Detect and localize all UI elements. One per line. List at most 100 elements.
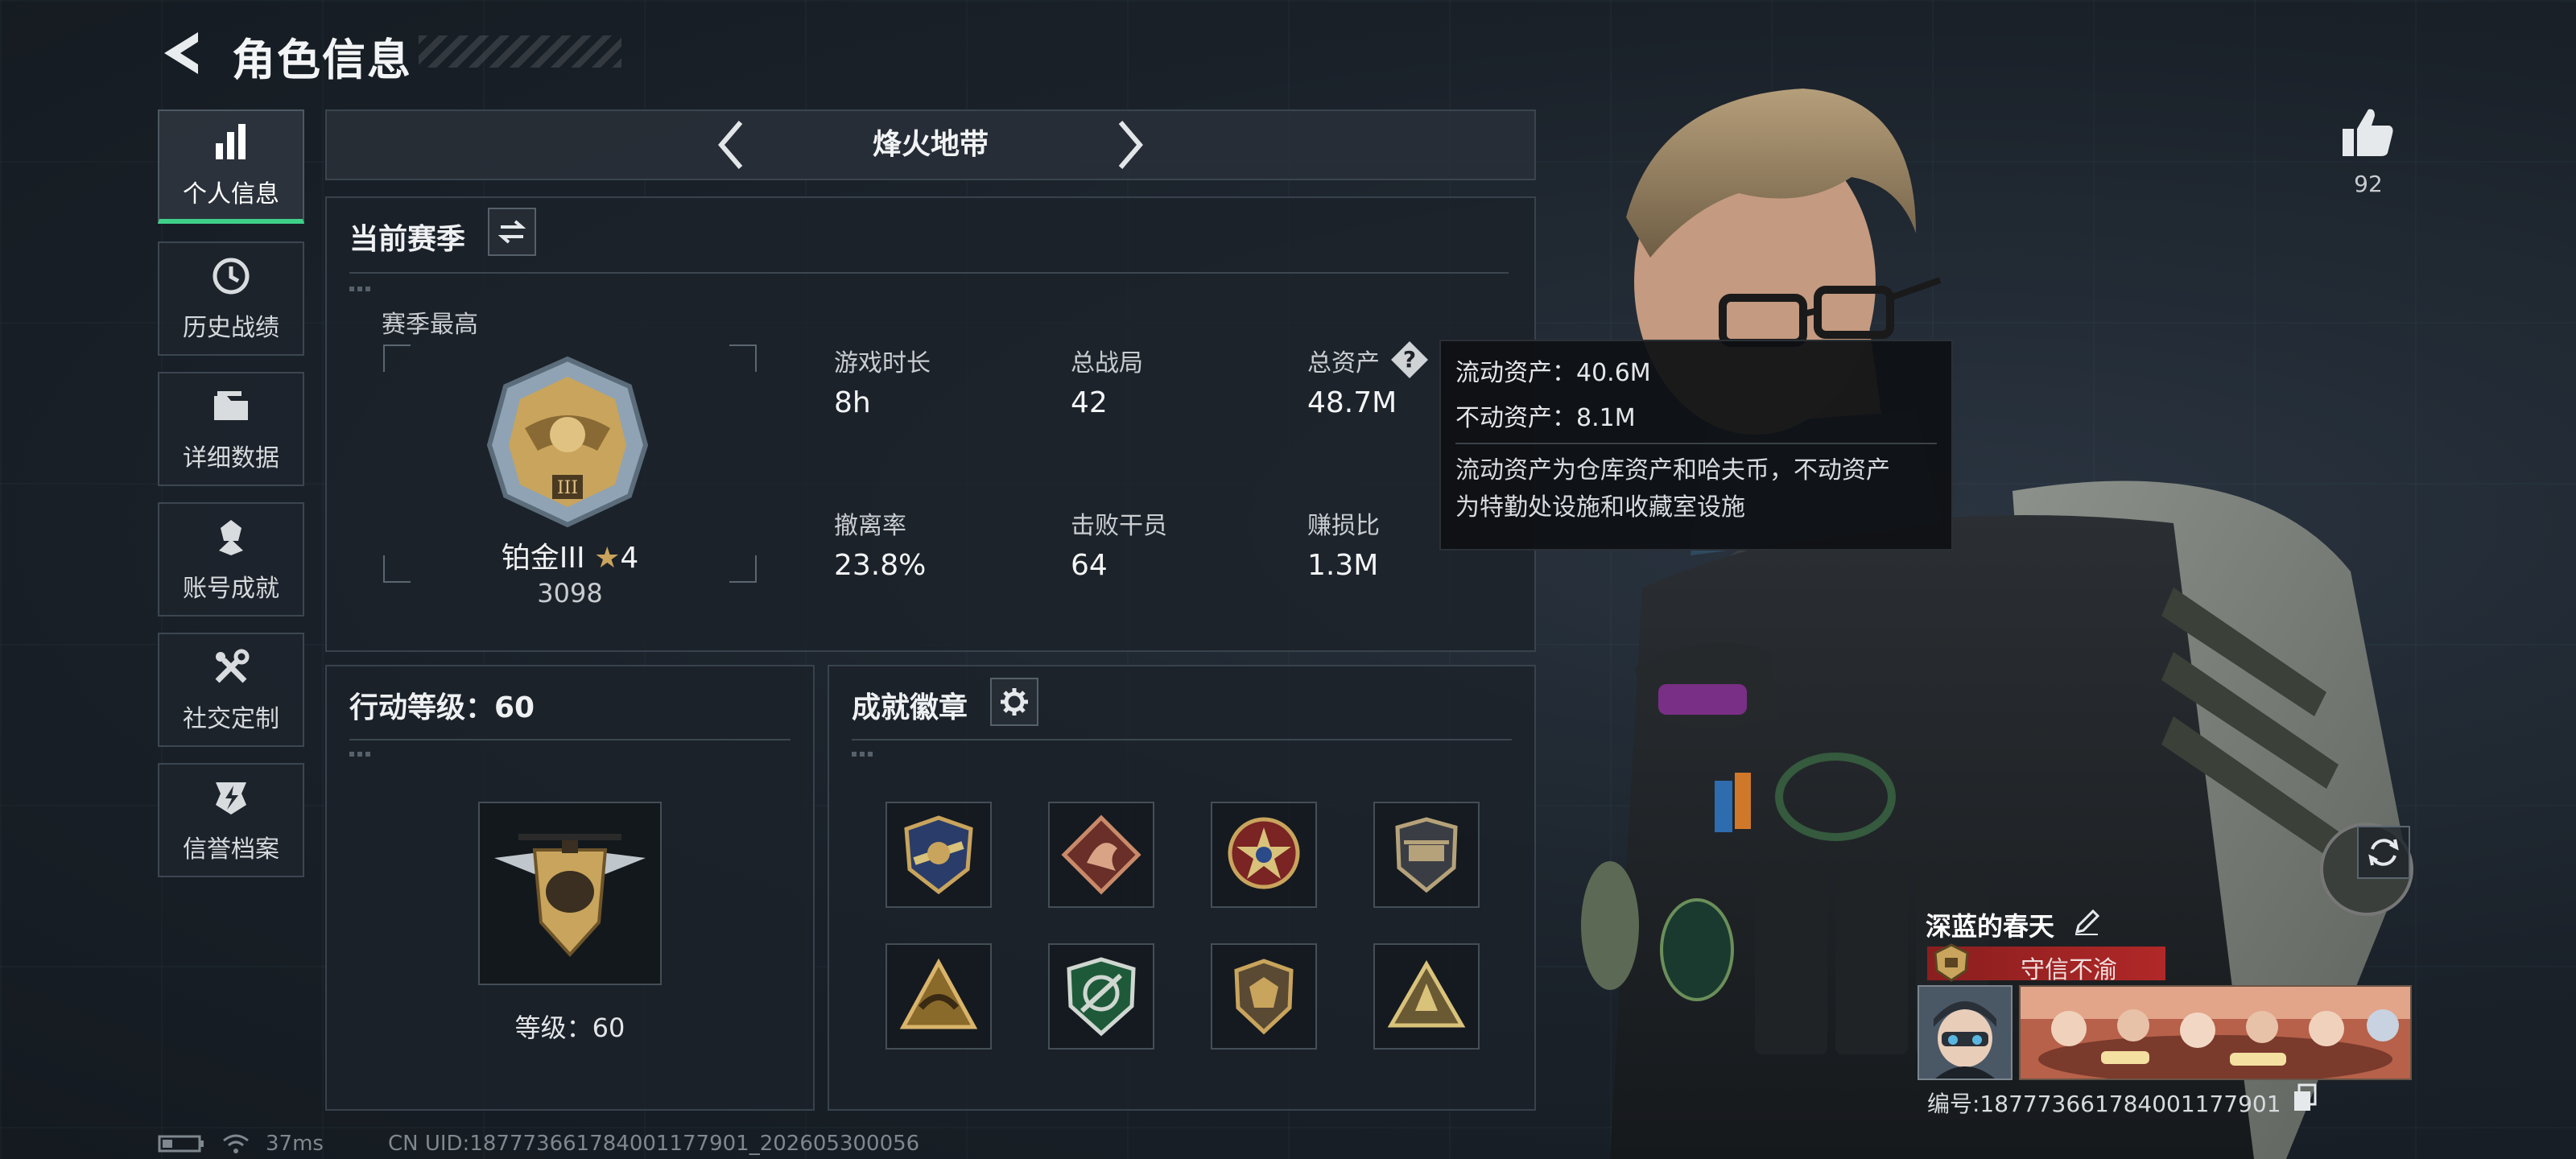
achievement-badge[interactable] [1373,802,1480,908]
nav-label: 历史战绩 [183,314,279,342]
nav-label: 社交定制 [183,705,279,733]
badge-4 [1395,817,1458,893]
stat-label-extraction-rate: 撤离率 [834,512,906,540]
badge-7 [1234,959,1294,1035]
nav-label: 账号成就 [183,575,279,603]
achievement-badge[interactable] [1048,943,1154,1050]
history-icon [213,258,250,295]
avatar[interactable] [1918,985,2013,1080]
frame-corner [383,344,411,372]
back-arrow-icon[interactable] [158,27,206,79]
stat-value-matches: 42 [1071,386,1108,419]
frame-corner [729,344,757,372]
badge-1 [904,815,973,895]
rank-name-row: 铂金III ★4 [383,534,757,576]
divider-dots [349,287,374,291]
stat-value-profit-ratio: 1.3M [1307,549,1379,582]
tooltip-liquid-assets: 流动资产：40.6M [1455,359,1651,387]
stat-label-kills: 击败干员 [1071,512,1167,540]
svg-text:?: ? [1403,346,1416,373]
rank-emblem-icon: III [486,356,649,528]
edit-icon[interactable] [2072,908,2101,937]
stat-value-extraction-rate: 23.8% [834,549,927,582]
tooltip-description-line-1: 流动资产为仓库资产和哈夫币，不动资产 [1455,456,1890,485]
copy-icon[interactable] [2291,1083,2318,1112]
level-label: 等级：60 [514,1013,625,1043]
folder-icon [214,391,248,420]
title-badge-icon [1934,943,1969,982]
nav-item-social[interactable]: 社交定制 [158,633,304,747]
season-best-label: 赛季最高 [382,311,478,339]
badge-8 [1387,960,1466,1028]
stat-value-playtime: 8h [834,386,871,419]
badge-settings-button[interactable] [990,678,1038,726]
nav-label: 个人信息 [183,180,279,208]
tooltip-description-line-2: 为特勤处设施和收藏室设施 [1455,493,1745,522]
nav-item-detailed-data[interactable]: 详细数据 [158,372,304,486]
stat-label-playtime: 游戏时长 [834,349,931,377]
nav-label: 信誉档案 [183,835,279,864]
badge-3 [1228,817,1300,889]
stat-value-total-assets: 48.7M [1307,386,1397,419]
achievement-badge[interactable] [1048,802,1154,908]
tools-icon [215,649,250,683]
rank-score: 3098 [537,578,603,608]
tooltip-divider [1455,443,1937,444]
divider [349,739,791,740]
divider-dots [852,752,876,757]
divider-dots [349,752,374,757]
refresh-button[interactable] [2357,826,2410,879]
player-id: 编号:187773661784001177901 [1927,1091,2281,1117]
rank-stars: 4 [620,542,639,575]
divider [349,272,1509,274]
profile-card-art[interactable] [2019,985,2412,1080]
battery-icon [158,1135,204,1153]
nav-item-reputation[interactable]: 信誉档案 [158,763,304,877]
svg-text:III: III [557,478,578,498]
badge-6 [1067,957,1136,1037]
rank-name: 铂金III [501,542,585,575]
mode-title: 烽火地带 [872,128,989,161]
bar-chart-icon [216,124,246,159]
player-title: 守信不渝 [2021,956,2117,984]
divider [852,739,1512,740]
assets-tooltip: 流动资产：40.6M 不动资产：8.1M 流动资产为仓库资产和哈夫币，不动资产 … [1439,340,1953,551]
gear-icon [1001,688,1028,716]
swap-icon [497,220,526,244]
tooltip-fixed-assets: 不动资产：8.1M [1455,404,1636,432]
level-title: 行动等级：60 [349,691,535,724]
status-bar: 37ms CN UID:187773661784001177901_202605… [158,1130,919,1157]
level-emblem-icon [494,834,646,957]
badge-2 [1061,815,1141,895]
achievement-badge[interactable] [1211,802,1317,908]
nav-item-personal-info[interactable]: 个人信息 [158,109,304,224]
stat-value-kills: 64 [1071,549,1108,582]
achievement-badge[interactable] [886,943,992,1050]
refresh-icon [2368,839,2399,866]
achievement-badge[interactable] [886,802,992,908]
badge-5 [899,958,978,1029]
title-decoration [419,35,621,68]
avatar-image [1919,987,2011,1079]
ping-text: 37ms [266,1132,324,1156]
uid-text: CN UID:187773661784001177901_20260530005… [387,1132,920,1156]
nav-item-achievements[interactable]: 账号成就 [158,502,304,617]
season-title: 当前赛季 [349,223,466,256]
achievement-badge[interactable] [1211,943,1317,1050]
wifi-icon [223,1134,249,1153]
achievement-badge[interactable] [1373,943,1480,1050]
nav-label: 详细数据 [183,444,279,472]
stat-label-profit-ratio: 赚损比 [1307,512,1380,540]
stat-label-total-assets: 总资产 [1307,349,1380,377]
profile-card-image [2021,987,2410,1079]
badge-title: 成就徽章 [852,691,968,724]
thumbs-up-icon[interactable] [2339,105,2396,161]
help-icon[interactable]: ? [1389,340,1430,380]
reputation-icon [216,782,246,815]
page-title: 角色信息 [232,35,412,85]
player-name: 深蓝的春天 [1926,911,2055,942]
chevron-right-icon[interactable] [1114,119,1146,171]
swap-season-button[interactable] [488,208,536,256]
nav-item-history[interactable]: 历史战绩 [158,241,304,356]
like-count: 92 [2354,171,2383,197]
